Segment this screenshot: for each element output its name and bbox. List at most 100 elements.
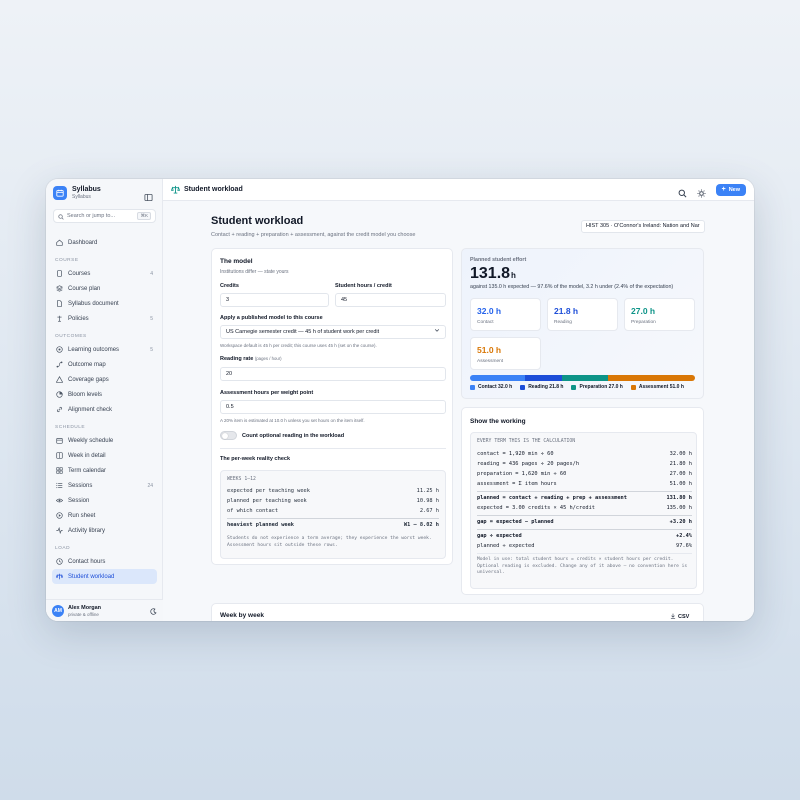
sidebar-item-outcome-map[interactable]: Outcome map	[52, 357, 157, 372]
home-icon	[56, 239, 63, 246]
sidebar-item-label: Run sheet	[68, 512, 96, 519]
toggle-knob	[222, 433, 228, 439]
calc-row-gap: gap = expected − planned +3.20 h	[477, 519, 692, 525]
sidebar-item-run-sheet[interactable]: Run sheet	[52, 508, 157, 523]
topbar-title: Student workload	[184, 186, 243, 193]
sidebar-item-course-plan[interactable]: Course plan	[52, 281, 157, 296]
grid-icon	[56, 467, 63, 474]
divider	[220, 448, 446, 449]
new-button-label: New	[728, 186, 740, 193]
sidebar-item-bloom-levels[interactable]: Bloom levels	[52, 387, 157, 402]
working-card: Show the working EVERY TERM THIS IS THE …	[461, 407, 704, 595]
search-input[interactable]: Search or jump to... ⌘K	[53, 209, 156, 223]
calc-label: gap ÷ expected	[477, 533, 522, 539]
search-icon[interactable]	[678, 185, 687, 198]
legend-item: Reading 21.8 h	[520, 384, 563, 390]
credits-label: Credits	[220, 283, 239, 289]
calc-label: planned ÷ expected	[477, 543, 535, 549]
legend-swatch	[470, 384, 475, 390]
effort-label: Planned student effort	[470, 257, 527, 263]
play-icon	[56, 512, 63, 519]
user-status: private & offline	[68, 611, 99, 617]
app-window: Syllabus Syllabus Search or jump to... ⌘…	[46, 179, 754, 621]
sidebar: Syllabus Syllabus Search or jump to... ⌘…	[46, 179, 163, 621]
effort-value: 131.8	[470, 265, 511, 282]
sidebar-item-alignment-check[interactable]: Alignment check	[52, 402, 157, 417]
sidebar-item-label: Activity library	[68, 527, 106, 534]
sidebar-item-policies[interactable]: Policies 5	[52, 311, 157, 326]
user-name: Alex Morgan	[68, 604, 102, 611]
sidebar-toggle-icon[interactable]	[144, 189, 153, 202]
sidebar-item-activity-library[interactable]: Activity library	[52, 523, 157, 538]
sidebar-item-coverage-gaps[interactable]: Coverage gaps	[52, 372, 157, 387]
credits-input[interactable]: 3	[220, 293, 329, 307]
brand-name: Syllabus	[72, 186, 101, 193]
reading-rate-input[interactable]: 20	[220, 367, 446, 381]
reality-row-label: expected per teaching week	[227, 488, 310, 494]
sidebar-item-sessions[interactable]: Sessions 24	[52, 478, 157, 493]
legend-item: Assessment 51.0 h	[630, 384, 684, 390]
calc-value: 27.00 h	[669, 471, 692, 477]
sidebar-item-student-workload[interactable]: Student workload	[52, 569, 157, 584]
published-model-select[interactable]: US Carnegie semester credit — 45 h of st…	[220, 325, 446, 339]
legend-item: Contact 32.0 h	[470, 384, 512, 390]
plus-icon: +	[721, 186, 726, 193]
map-icon	[56, 361, 63, 368]
legend-label: Reading 21.8 h	[528, 384, 564, 390]
sidebar-item-syllabus-document[interactable]: Syllabus document	[52, 296, 157, 311]
effort-subtitle: against 135.0 h expected — 97.6% of the …	[470, 284, 674, 290]
published-model-value: US Carnegie semester credit — 45 h of st…	[226, 329, 380, 335]
stat-value: 32.0 h	[477, 306, 502, 316]
user-profile[interactable]: AM Alex Morgan private & offline	[46, 599, 163, 621]
stat-reading: 21.8 h Reading	[547, 298, 618, 331]
stat-label: Preparation	[631, 320, 656, 325]
sidebar-item-label: Dashboard	[68, 239, 98, 246]
topbar: Student workload + New	[163, 179, 754, 201]
effort-card: Planned student effort 131.8h against 13…	[461, 248, 704, 399]
working-note: Model in use: total student hours = cred…	[477, 557, 688, 575]
document-icon	[56, 300, 63, 307]
page-title: Student workload	[211, 215, 304, 227]
sidebar-item-courses[interactable]: Courses 4	[52, 266, 157, 281]
sidebar-item-label: Policies	[68, 315, 89, 322]
optional-reading-toggle[interactable]	[220, 431, 237, 440]
sidebar-item-weekly-schedule[interactable]: Weekly schedule	[52, 433, 157, 448]
brand[interactable]: Syllabus Syllabus	[53, 186, 101, 200]
sidebar-item-label: Learning outcomes	[68, 346, 120, 353]
course-select[interactable]: HIST 305 · O'Connor's Ireland: Nation an…	[581, 220, 705, 233]
effort-total: 131.8h	[470, 265, 516, 283]
sidebar-item-week-in-detail[interactable]: Week in detail	[52, 448, 157, 463]
stat-value: 51.0 h	[477, 345, 502, 355]
sidebar-item-label: Coverage gaps	[68, 376, 109, 383]
new-button[interactable]: + New	[715, 183, 746, 196]
model-title: The model	[220, 258, 253, 265]
reading-rate-label: Reading rate (pages / hour)	[220, 356, 282, 362]
sidebar-item-count: 5	[150, 346, 153, 353]
assessment-hours-input[interactable]: 0.5	[220, 400, 446, 414]
moon-icon[interactable]	[150, 602, 157, 620]
sidebar-item-contact-hours[interactable]: Contact hours	[52, 554, 157, 569]
sidebar-item-dashboard[interactable]: Dashboard	[52, 235, 157, 250]
working-title: Show the working	[470, 418, 526, 425]
reading-rate-label-text: Reading rate	[220, 356, 254, 362]
calc-label: contact = 1,920 min ÷ 60	[477, 451, 554, 457]
eye-icon	[55, 497, 64, 504]
effort-bar-segment-contact	[470, 375, 525, 381]
sidebar-item-term-calendar[interactable]: Term calendar	[52, 463, 157, 478]
sidebar-item-count: 4	[150, 270, 153, 277]
sun-icon[interactable]	[697, 185, 706, 198]
csv-download-button[interactable]: CSV	[670, 613, 689, 621]
page-subtitle: Contact + reading + preparation + assess…	[211, 232, 416, 238]
calc-value: 97.6%	[676, 543, 692, 549]
link-icon	[56, 406, 63, 413]
sidebar-item-learning-outcomes[interactable]: Learning outcomes 5	[52, 342, 157, 357]
effort-bar-segment-assessment	[607, 375, 695, 381]
sidebar-item-label: Courses	[68, 270, 91, 277]
book-icon	[56, 270, 63, 277]
sidebar-item-session[interactable]: Session	[52, 493, 157, 508]
calc-value: 131.80 h	[666, 495, 692, 501]
hours-per-credit-input[interactable]: 45	[335, 293, 446, 307]
sidebar-item-label: Bloom levels	[68, 391, 103, 398]
activity-icon	[56, 526, 63, 535]
legend-item: Preparation 27.0 h	[571, 384, 623, 390]
